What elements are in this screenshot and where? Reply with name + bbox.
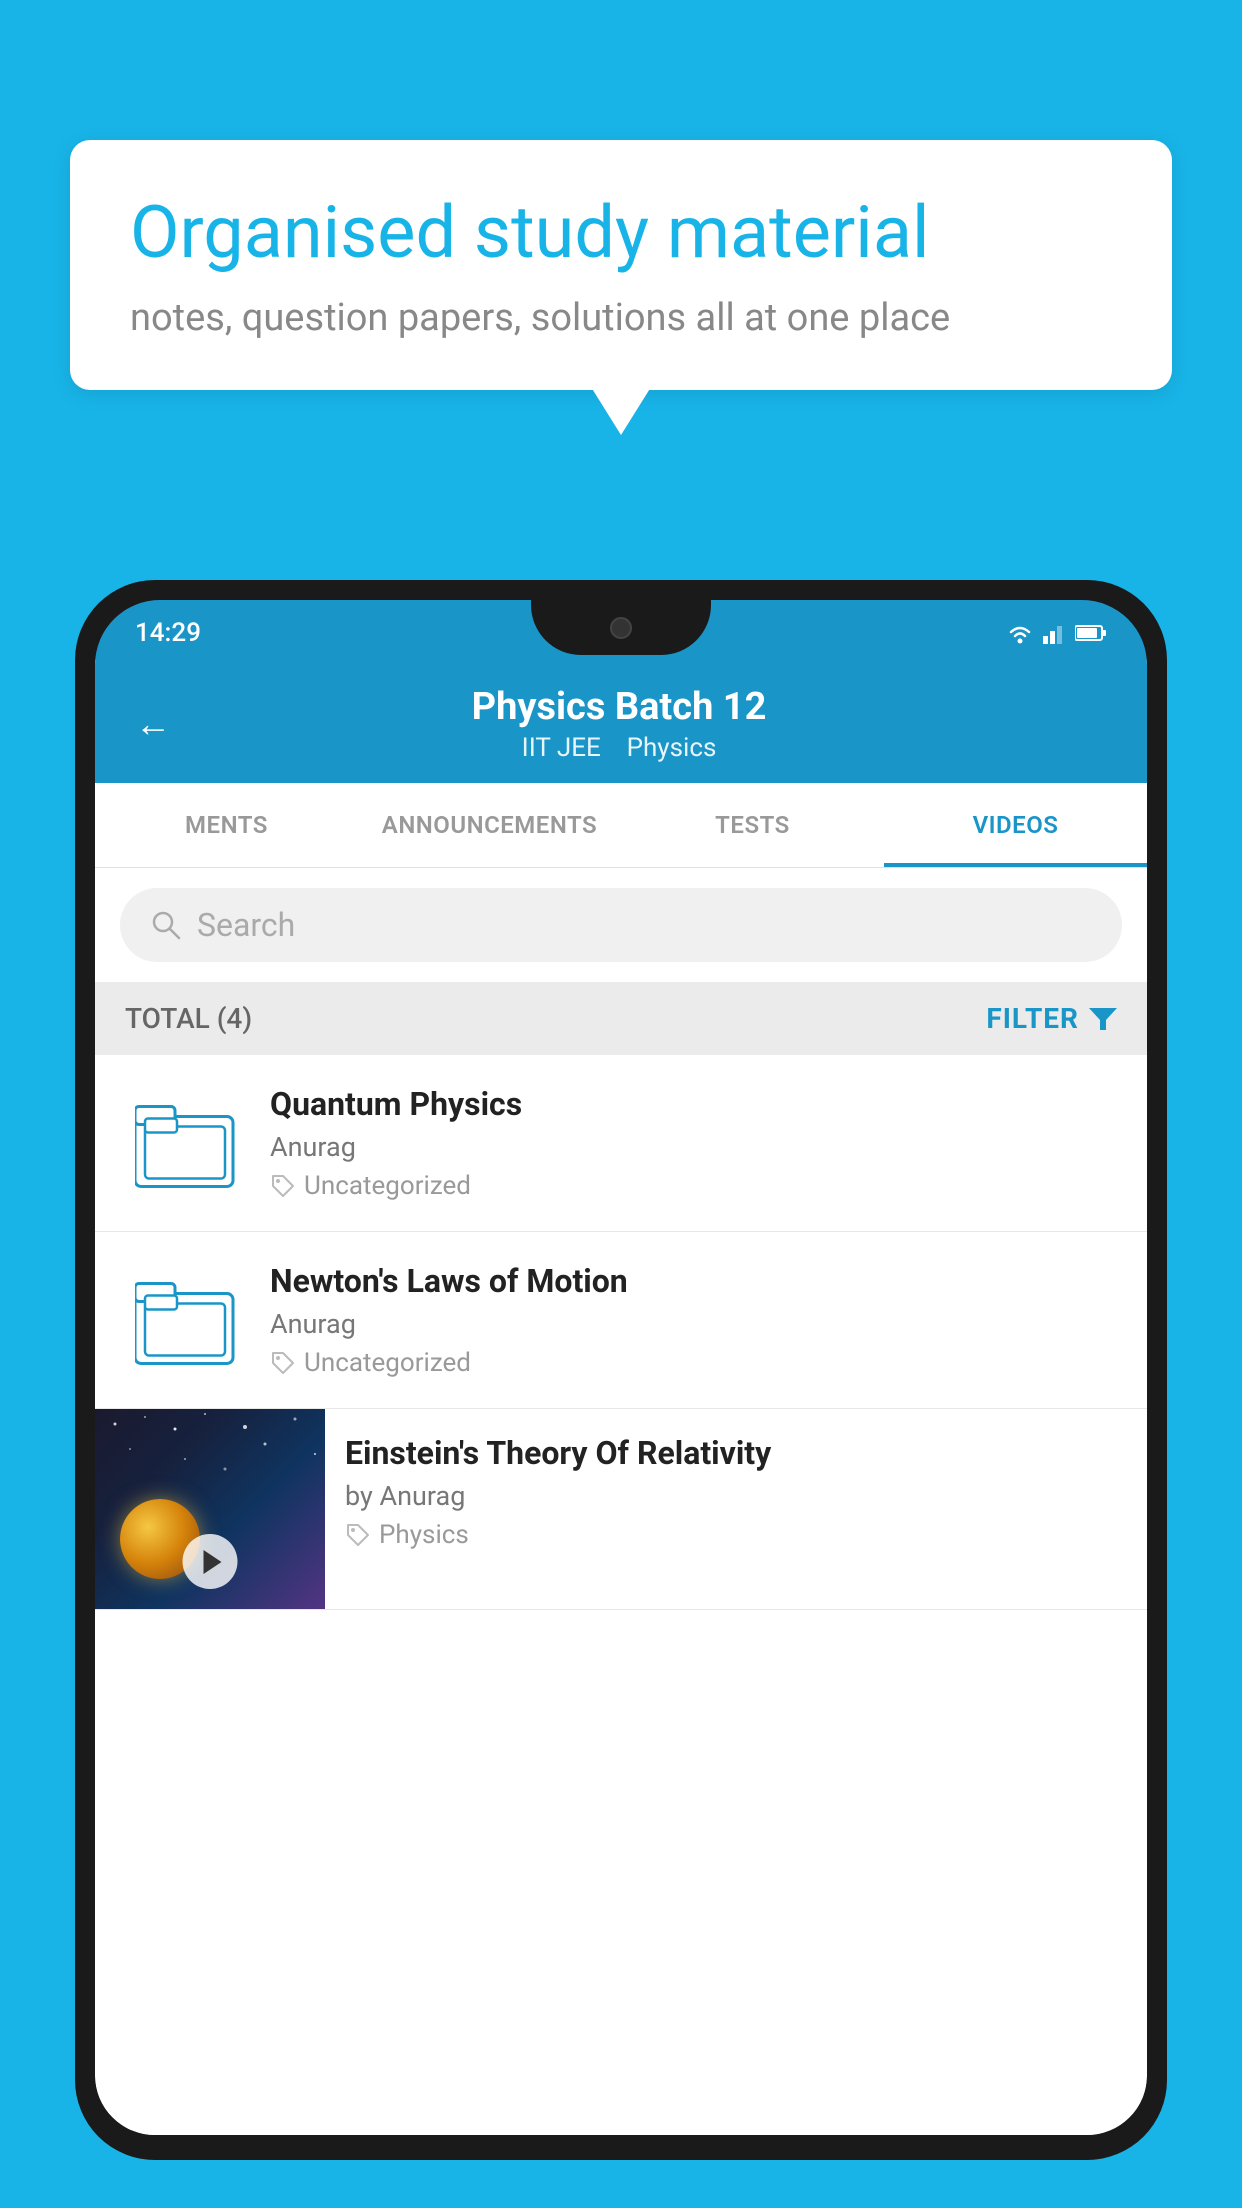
video-thumbnail-3 [95, 1409, 325, 1609]
status-time: 14:29 [135, 618, 201, 648]
list-item[interactable]: Einstein's Theory Of Relativity by Anura… [95, 1409, 1147, 1610]
header-center: Physics Batch 12 IIT JEE Physics [201, 685, 1037, 763]
speech-bubble-container: Organised study material notes, question… [70, 140, 1172, 390]
tag-icon [345, 1522, 371, 1548]
tag-icon [270, 1173, 296, 1199]
header-subtitle-part1: IIT JEE [522, 733, 601, 763]
phone-frame: 14:29 [75, 580, 1167, 2208]
video-thumbnail-1 [125, 1088, 245, 1198]
video-tag-1: Uncategorized [270, 1171, 1117, 1201]
list-item[interactable]: Newton's Laws of Motion Anurag Uncategor… [95, 1232, 1147, 1409]
battery-icon [1075, 624, 1107, 642]
video-title-3: Einstein's Theory Of Relativity [345, 1434, 1127, 1472]
app-header: ← Physics Batch 12 IIT JEE Physics [95, 660, 1147, 783]
folder-icon [135, 1096, 235, 1191]
play-icon [203, 1550, 221, 1574]
video-tag-3: Physics [345, 1520, 1127, 1550]
video-title-2: Newton's Laws of Motion [270, 1262, 1117, 1300]
signal-icon [1043, 622, 1067, 644]
filter-label: FILTER [986, 1002, 1079, 1035]
tab-videos[interactable]: VIDEOS [884, 783, 1147, 867]
speech-bubble-subtitle: notes, question papers, solutions all at… [130, 296, 1112, 340]
back-button[interactable]: ← [135, 703, 171, 745]
filter-icon [1089, 1006, 1117, 1032]
header-subtitle-part2: Physics [627, 733, 717, 763]
header-subtitle: IIT JEE Physics [201, 733, 1037, 763]
video-author-2: Anurag [270, 1308, 1117, 1340]
tabs-container: MENTS ANNOUNCEMENTS TESTS VIDEOS [95, 783, 1147, 868]
filter-bar: TOTAL (4) FILTER [95, 982, 1147, 1055]
speech-bubble: Organised study material notes, question… [70, 140, 1172, 390]
total-count: TOTAL (4) [125, 1002, 252, 1035]
search-icon [150, 909, 182, 941]
speech-bubble-title: Organised study material [130, 190, 1112, 276]
video-thumbnail-2 [125, 1265, 245, 1375]
tab-tests[interactable]: TESTS [621, 783, 884, 867]
status-icons [1005, 622, 1107, 644]
video-info-1: Quantum Physics Anurag Uncategorized [270, 1085, 1117, 1201]
folder-icon [135, 1273, 235, 1368]
tab-announcements[interactable]: ANNOUNCEMENTS [358, 783, 621, 867]
play-button[interactable] [183, 1534, 238, 1589]
tab-ments[interactable]: MENTS [95, 783, 358, 867]
video-info-3: Einstein's Theory Of Relativity by Anura… [325, 1409, 1147, 1575]
app-screen: ← Physics Batch 12 IIT JEE Physics [95, 660, 1147, 2135]
camera-dot [610, 617, 632, 639]
header-title: Physics Batch 12 [201, 685, 1037, 729]
wifi-icon [1005, 622, 1035, 644]
video-list: Quantum Physics Anurag Uncategorized [95, 1055, 1147, 2135]
video-author-3: by Anurag [345, 1480, 1127, 1512]
video-author-1: Anurag [270, 1131, 1117, 1163]
status-bar: 14:29 [95, 600, 1147, 660]
filter-button[interactable]: FILTER [986, 1002, 1117, 1035]
search-container: Search [95, 868, 1147, 982]
tag-icon [270, 1350, 296, 1376]
video-info-2: Newton's Laws of Motion Anurag Uncategor… [270, 1262, 1117, 1378]
list-item[interactable]: Quantum Physics Anurag Uncategorized [95, 1055, 1147, 1232]
search-input-placeholder[interactable]: Search [197, 906, 295, 944]
phone-inner: 14:29 [95, 600, 1147, 2140]
notch [531, 600, 711, 655]
video-tag-2: Uncategorized [270, 1348, 1117, 1378]
video-title-1: Quantum Physics [270, 1085, 1117, 1123]
search-bar[interactable]: Search [120, 888, 1122, 962]
phone-outer: 14:29 [75, 580, 1167, 2160]
